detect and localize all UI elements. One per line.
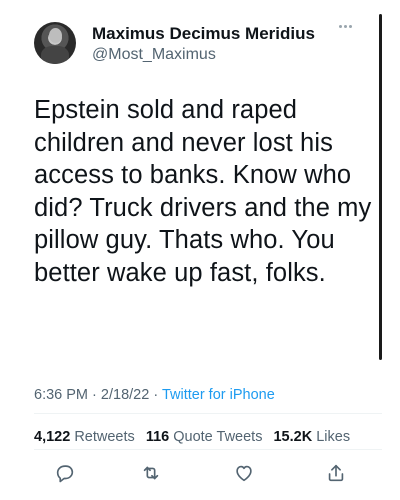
divider bbox=[34, 449, 382, 450]
likes-label: Likes bbox=[316, 429, 351, 445]
avatar-body bbox=[41, 46, 69, 64]
meta-separator: · bbox=[92, 387, 97, 403]
quote-tweets-label: Quote Tweets bbox=[173, 429, 263, 445]
likes-stat[interactable]: 15.2K Likes bbox=[273, 429, 350, 445]
retweets-stat[interactable]: 4,122 Retweets bbox=[34, 429, 135, 445]
heart-icon[interactable] bbox=[233, 462, 255, 484]
reply-icon[interactable] bbox=[54, 462, 76, 484]
action-bar bbox=[34, 462, 382, 486]
share-icon[interactable] bbox=[325, 462, 347, 484]
tweet-header: Maximus Decimus Meridius @Most_Maximus bbox=[34, 22, 380, 74]
quote-tweets-stat[interactable]: 116 Quote Tweets bbox=[146, 429, 263, 445]
retweets-label: Retweets bbox=[74, 429, 135, 445]
author-display-name[interactable]: Maximus Decimus Meridius bbox=[92, 24, 315, 44]
avatar-head bbox=[49, 28, 62, 43]
tweet-source[interactable]: Twitter for iPhone bbox=[162, 387, 275, 403]
likes-count: 15.2K bbox=[273, 429, 313, 445]
retweets-count: 4,122 bbox=[34, 429, 71, 445]
avatar[interactable] bbox=[34, 22, 76, 64]
meta-separator: · bbox=[153, 387, 159, 403]
quote-tweets-count: 116 bbox=[145, 429, 170, 445]
tweet-date[interactable]: 2/18/22 bbox=[101, 387, 149, 403]
tweet-stats: 4,122 Retweets 116 Quote Tweets 15.2K Li… bbox=[34, 429, 350, 445]
tweet-meta: 6:36 PM · 2/18/22 · Twitter for iPhone bbox=[34, 387, 275, 403]
author-handle[interactable]: @Most_Maximus bbox=[92, 46, 216, 64]
tweet-text: Epstein sold and raped children and neve… bbox=[34, 96, 372, 287]
divider bbox=[34, 413, 382, 414]
more-icon[interactable] bbox=[339, 20, 359, 32]
retweet-icon[interactable] bbox=[140, 462, 162, 484]
tweet-time[interactable]: 6:36 PM bbox=[34, 387, 88, 403]
